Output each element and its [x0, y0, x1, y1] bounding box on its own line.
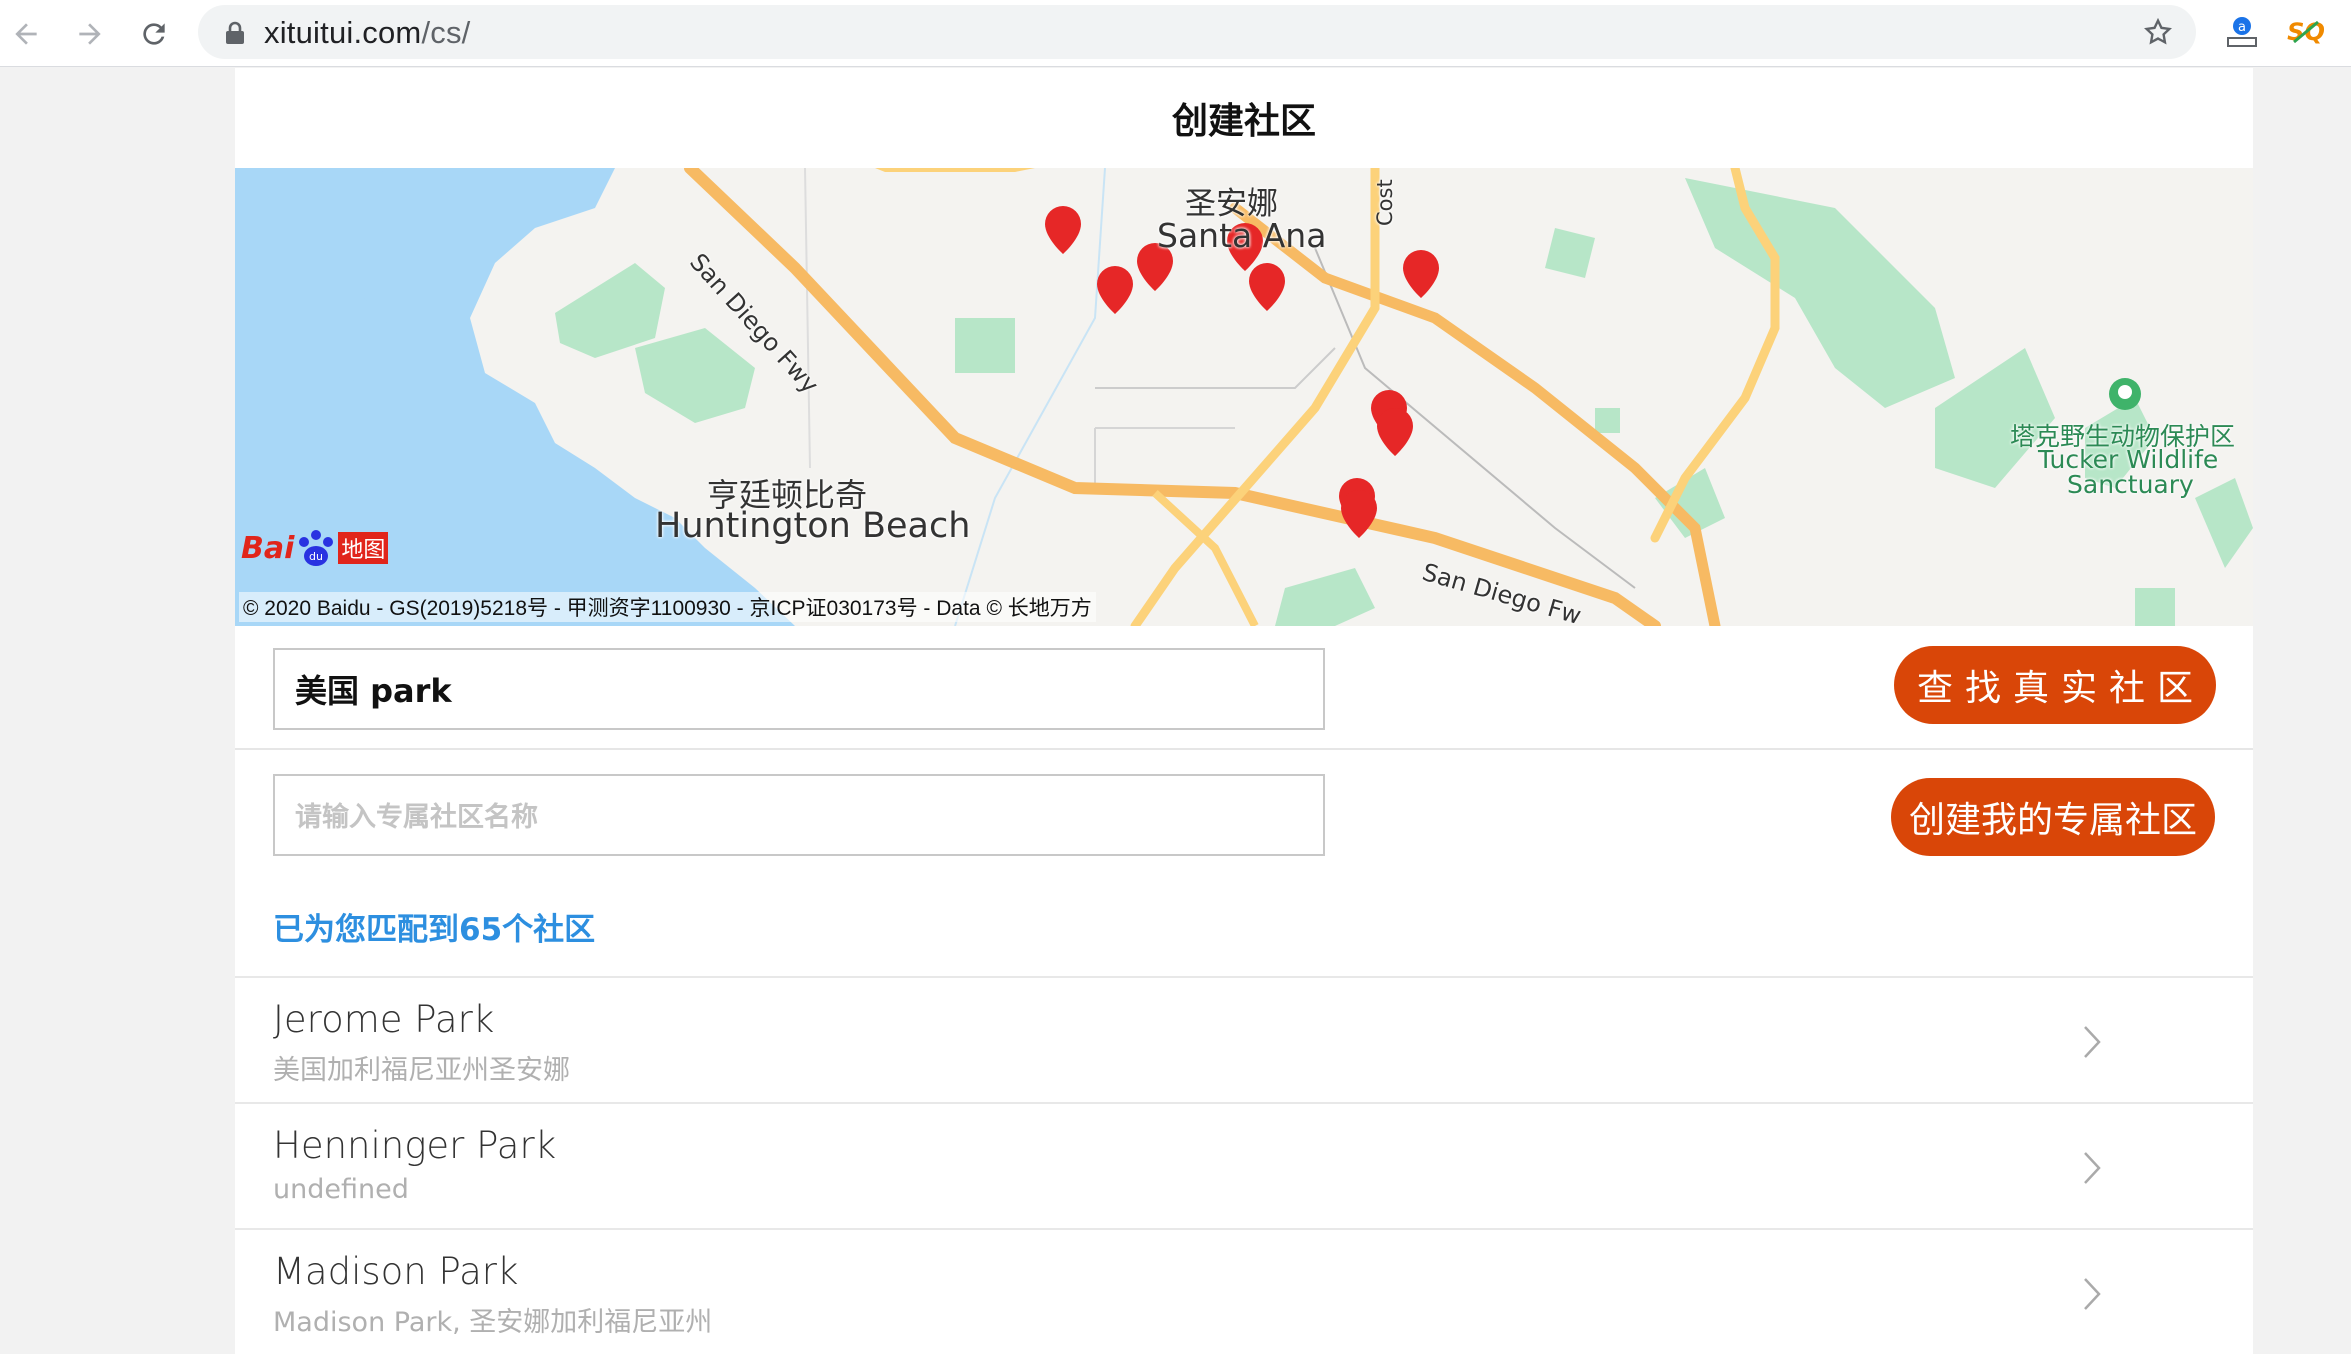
- list-item[interactable]: Henninger Park undefined: [235, 1102, 2253, 1228]
- map-label-tucker-en2: Sanctuary: [2067, 470, 2194, 499]
- match-count-text: 已为您匹配到65个社区: [273, 912, 596, 948]
- create-community-button[interactable]: 创建我的专属社区: [1891, 778, 2215, 856]
- community-name: Jerome Park: [273, 998, 495, 1041]
- community-name: Henninger Park: [273, 1124, 557, 1167]
- chevron-right-icon: [2084, 1026, 2101, 1058]
- community-address: 美国加利福尼亚州圣安娜: [273, 1055, 570, 1086]
- map-label-santa-ana-en: Santa Ana: [1157, 216, 1327, 255]
- reload-button[interactable]: [132, 12, 176, 56]
- list-item[interactable]: Jerome Park 美国加利福尼亚州圣安娜: [235, 976, 2253, 1102]
- community-name-input[interactable]: [273, 774, 1325, 856]
- url-text: xituitui.com/cs/: [264, 15, 470, 51]
- list-item[interactable]: Madison Park Madison Park, 圣安娜加利福尼亚州: [235, 1228, 2253, 1354]
- bookmark-star-icon[interactable]: [2142, 16, 2174, 48]
- community-name: Madison Park: [273, 1250, 519, 1293]
- address-bar[interactable]: xituitui.com/cs/: [198, 5, 2196, 59]
- baidu-paw-icon: du: [299, 530, 334, 566]
- search-input[interactable]: [273, 648, 1325, 730]
- arrow-left-icon: [15, 23, 37, 45]
- create-row: 创建我的专属社区: [235, 752, 2253, 876]
- page-title: 创建社区: [1171, 100, 1316, 141]
- baidu-logo-map-text: 地图: [338, 532, 389, 564]
- community-address: Madison Park, 圣安娜加利福尼亚州: [273, 1307, 713, 1338]
- baidu-map-logo: Bai du 地图: [241, 526, 389, 570]
- lock-icon: [226, 21, 244, 44]
- browser-toolbar: xituitui.com/cs/ a SQ: [0, 0, 2351, 67]
- map-marker-pin-icon[interactable]: [1045, 206, 1439, 538]
- search-row: 查找真实社区: [235, 626, 2253, 750]
- find-community-button[interactable]: 查找真实社区: [1894, 646, 2216, 724]
- back-button[interactable]: [4, 12, 48, 56]
- map-view[interactable]: 圣安娜 Santa Ana 亨廷顿比奇 Huntington Beach 塔克野…: [235, 168, 2253, 626]
- map-copyright: © 2020 Baidu - GS(2019)5218号 - 甲测资字11009…: [239, 592, 1096, 622]
- map-label-huntington-en: Huntington Beach: [655, 506, 971, 546]
- forward-button[interactable]: [68, 12, 112, 56]
- chevron-right-icon: [2084, 1152, 2101, 1184]
- arrow-right-icon: [79, 23, 101, 45]
- map-label-costa: Cost: [1373, 179, 1397, 226]
- svg-text:a: a: [2238, 20, 2246, 35]
- url-host: xituitui.com: [264, 15, 422, 50]
- community-list: Jerome Park 美国加利福尼亚州圣安娜 Henninger Park u…: [235, 976, 2253, 1354]
- baidu-logo-text: Bai: [241, 530, 295, 566]
- tucker-poi-icon[interactable]: [2109, 378, 2141, 410]
- reload-icon: [143, 23, 165, 45]
- url-path: /cs/: [421, 15, 471, 50]
- extension-translate-icon[interactable]: a: [2222, 12, 2262, 52]
- svg-text:du: du: [309, 550, 323, 563]
- chevron-right-icon: [2084, 1278, 2101, 1310]
- extension-sq-icon[interactable]: SQ: [2286, 12, 2326, 52]
- community-address: undefined: [273, 1174, 409, 1205]
- page-container: 创建社区 圣安娜 Santa Ana 亨廷顿比奇 Huntington Beac…: [235, 68, 2253, 1354]
